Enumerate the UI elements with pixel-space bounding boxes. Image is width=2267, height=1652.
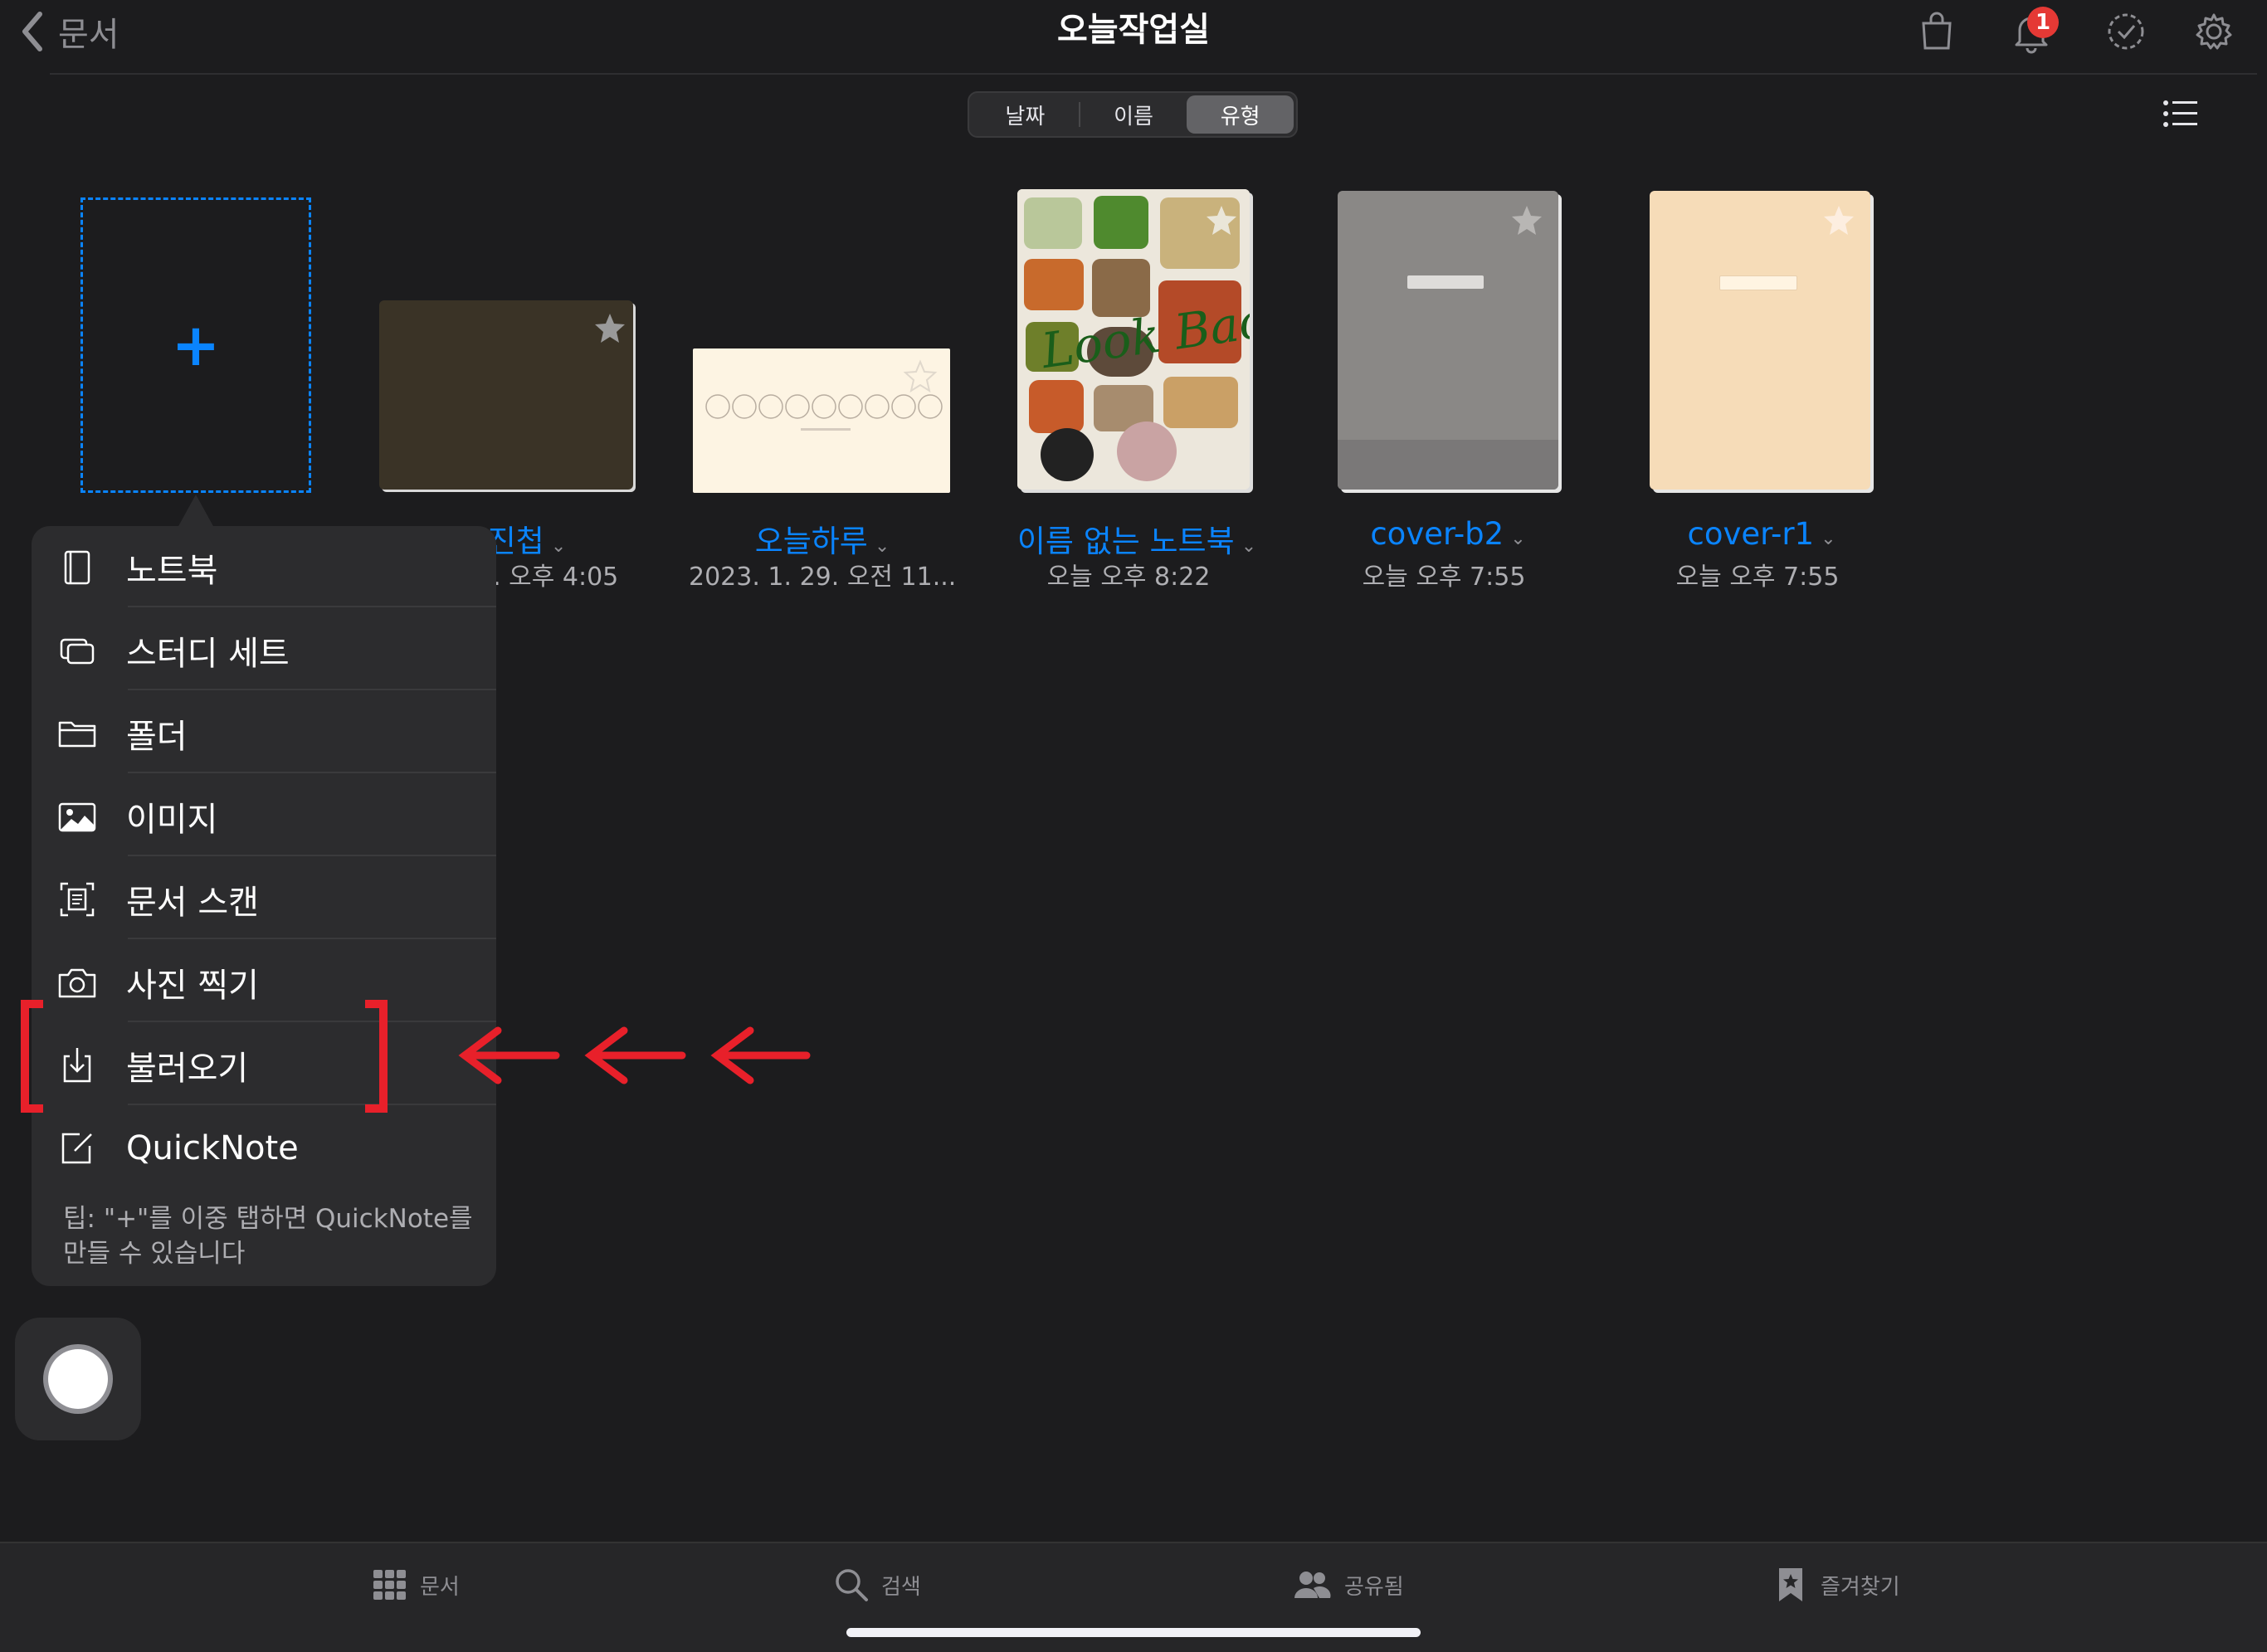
assistive-touch-button[interactable]: [15, 1318, 141, 1440]
document-date: 오늘 오후 8:22: [1046, 563, 1211, 592]
sort-segmented-control[interactable]: 날짜 이름 유형: [968, 91, 1298, 138]
document-name[interactable]: cover-b2 ⌄: [1336, 516, 1560, 552]
menu-separator: [128, 606, 496, 607]
tab-shared[interactable]: 공유됨: [1291, 1567, 1404, 1603]
menu-item-notebook[interactable]: 노트북: [32, 526, 496, 609]
quicknote-tip: 팁: "+"를 이중 탭하면 QuickNote를 만들 수 있습니다: [63, 1204, 473, 1269]
menu-separator: [128, 938, 496, 939]
tab-favorites[interactable]: 즐겨찾기: [1772, 1567, 1900, 1603]
notification-badge: 1: [2027, 7, 2059, 38]
tab-documents[interactable]: 문서: [372, 1567, 460, 1603]
header-divider: [50, 73, 2257, 75]
check-circle-icon[interactable]: [2103, 8, 2149, 55]
favorite-star-icon[interactable]: [1821, 202, 1857, 239]
document-name[interactable]: 이름 없는 노트북 ⌄: [996, 516, 1278, 561]
sort-option-name[interactable]: 이름: [1080, 95, 1187, 134]
document-thumbnail-cover-b2[interactable]: [1338, 191, 1562, 493]
notebook-icon: [64, 550, 90, 585]
folder-icon: [58, 721, 96, 748]
people-icon: [1294, 1572, 1331, 1598]
menu-separator: [128, 855, 496, 856]
gear-icon[interactable]: [2191, 8, 2237, 55]
menu-separator: [128, 772, 496, 773]
favorite-star-icon[interactable]: [902, 358, 938, 395]
menu-separator: [128, 689, 496, 690]
document-name[interactable]: cover-r1 ⌄: [1650, 516, 1874, 552]
search-icon: [836, 1569, 868, 1601]
document-date: 오늘 오후 7:55: [1675, 563, 1840, 592]
document-scan-icon: [60, 882, 95, 917]
highlight-annotation: [21, 1000, 811, 1113]
document-thumbnail-notebook[interactable]: Look Back: [1017, 189, 1253, 493]
favorite-star-icon[interactable]: [1509, 202, 1545, 239]
menu-item-study-set[interactable]: 스터디 세트: [32, 609, 496, 692]
sort-option-type[interactable]: 유형: [1187, 95, 1294, 134]
quicknote-icon: [61, 1133, 92, 1164]
menu-item-folder[interactable]: 폴더: [32, 692, 496, 775]
document-thumbnail-cover-r1[interactable]: [1650, 191, 1874, 493]
menu-item-image[interactable]: 이미지: [32, 775, 496, 858]
study-set-icon: [60, 638, 95, 665]
tab-search[interactable]: 검색: [833, 1567, 921, 1603]
document-date: 오늘 오후 7:55: [1362, 563, 1526, 592]
popover-arrow: [178, 495, 214, 528]
sort-option-date[interactable]: 날짜: [972, 95, 1079, 134]
image-icon: [58, 802, 96, 832]
bookmark-star-icon: [1779, 1568, 1802, 1601]
list-view-icon[interactable]: [2162, 98, 2199, 129]
menu-item-document-scan[interactable]: 문서 스캔: [32, 858, 496, 941]
document-name[interactable]: 오늘하루 ⌄: [693, 516, 952, 561]
document-thumbnail-photo-album[interactable]: [379, 300, 636, 493]
favorite-star-icon[interactable]: [1203, 202, 1240, 239]
grid-icon: [373, 1570, 406, 1600]
new-item-menu: 노트북 스터디 세트 폴더 이미지 문서 스캔 사진 찍기 불러오기 Quick…: [32, 526, 496, 1286]
new-document-button[interactable]: +: [80, 197, 311, 493]
document-thumbnail-daily[interactable]: [693, 348, 952, 495]
document-date: 4. 오후 4:05: [477, 563, 619, 592]
shopping-bag-icon[interactable]: [1914, 8, 1960, 55]
document-date: 2023. 1. 29. 오전 11...: [689, 563, 957, 592]
favorite-star-icon[interactable]: [592, 310, 628, 347]
plus-icon: +: [171, 311, 221, 379]
home-indicator: [846, 1628, 1421, 1637]
